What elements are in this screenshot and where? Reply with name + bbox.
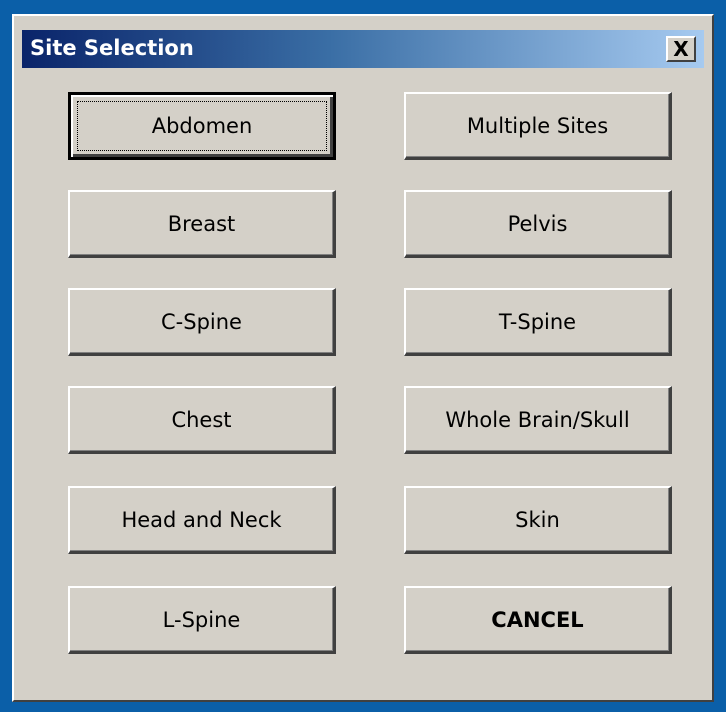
dialog-title: Site Selection <box>30 36 194 60</box>
t-spine-button[interactable]: T-Spine <box>404 288 672 356</box>
head-and-neck-button-label: Head and Neck <box>121 507 282 532</box>
breast-button-label: Breast <box>167 211 236 236</box>
cancel-button-label: CANCEL <box>491 607 584 632</box>
pelvis-button[interactable]: Pelvis <box>404 190 672 258</box>
whole-brain-skull-button[interactable]: Whole Brain/Skull <box>404 386 672 454</box>
skin-button-label: Skin <box>515 507 560 532</box>
chest-button[interactable]: Chest <box>68 386 336 454</box>
breast-button[interactable]: Breast <box>68 190 336 258</box>
chest-button-label: Chest <box>171 407 232 432</box>
l-spine-button[interactable]: L-Spine <box>68 586 336 654</box>
close-icon: X <box>673 37 689 61</box>
abdomen-button[interactable]: Abdomen <box>68 92 336 160</box>
multiple-sites-button-label: Multiple Sites <box>466 113 609 138</box>
c-spine-button-label: C-Spine <box>161 309 242 334</box>
t-spine-button-label: T-Spine <box>498 309 577 334</box>
head-and-neck-button[interactable]: Head and Neck <box>68 486 336 554</box>
window-frame: Site Selection X Abdomen Breast C-Spine … <box>0 0 726 712</box>
site-selection-dialog: Site Selection X Abdomen Breast C-Spine … <box>12 14 714 702</box>
skin-button[interactable]: Skin <box>404 486 672 554</box>
c-spine-button[interactable]: C-Spine <box>68 288 336 356</box>
title-bar: Site Selection X <box>22 30 704 68</box>
multiple-sites-button[interactable]: Multiple Sites <box>404 92 672 160</box>
l-spine-button-label: L-Spine <box>162 607 241 632</box>
close-button[interactable]: X <box>666 36 696 62</box>
pelvis-button-label: Pelvis <box>507 211 568 236</box>
whole-brain-skull-button-label: Whole Brain/Skull <box>445 407 630 432</box>
cancel-button[interactable]: CANCEL <box>404 586 672 654</box>
focus-rectangle <box>77 101 327 151</box>
